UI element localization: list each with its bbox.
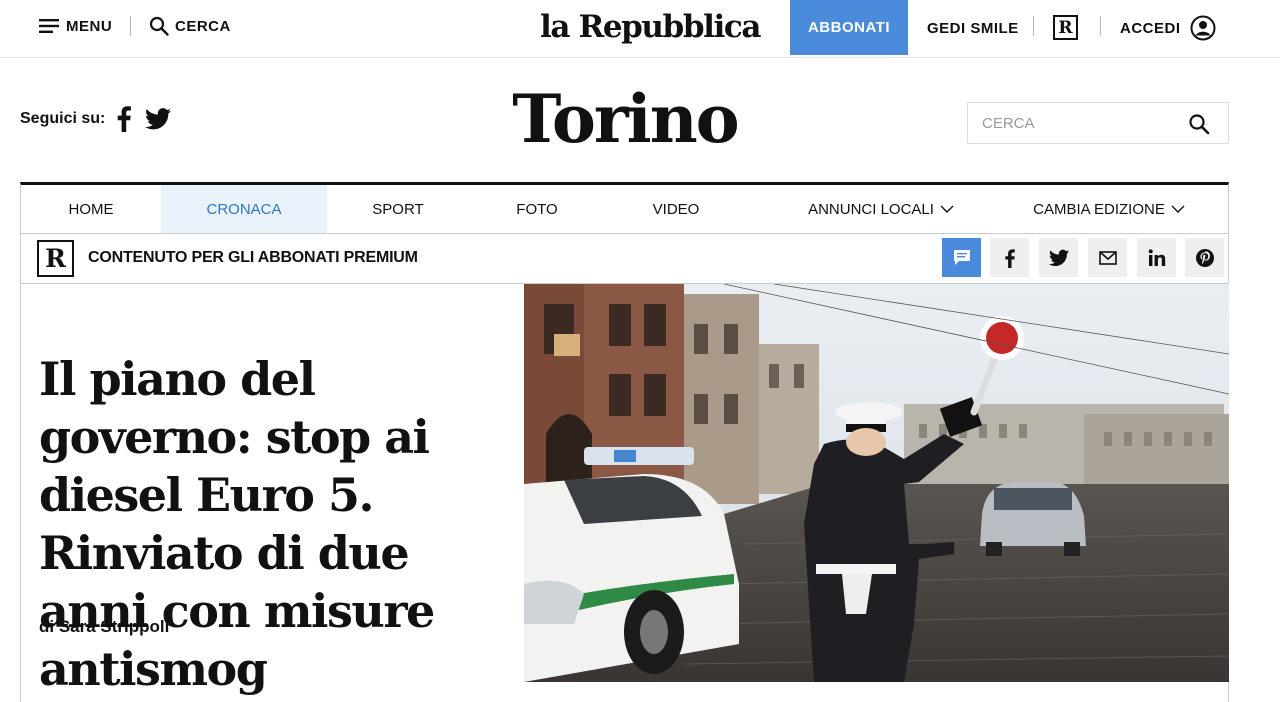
share-facebook-button[interactable] xyxy=(990,238,1029,277)
search-input[interactable] xyxy=(968,114,1168,132)
nav-label: ANNUNCI LOCALI xyxy=(808,200,934,218)
divider xyxy=(1033,16,1034,36)
share-linkedin-button[interactable] xyxy=(1137,238,1176,277)
nav-item-annunci-locali[interactable]: ANNUNCI LOCALI xyxy=(781,185,981,233)
share-pinterest-button[interactable] xyxy=(1185,238,1224,277)
menu-button[interactable]: MENU xyxy=(39,0,112,52)
article-hero: Il piano del governo: stop ai diesel Eur… xyxy=(20,284,1229,702)
article-headline[interactable]: Il piano del governo: stop ai diesel Eur… xyxy=(39,350,529,698)
pinterest-icon xyxy=(1195,248,1214,267)
nav-item-cambia-edizione[interactable]: CAMBIA EDIZIONE xyxy=(1021,185,1197,233)
top-bar: MENU CERCA la Repubblica ABBONATI GEDI S… xyxy=(0,0,1280,58)
comment-button[interactable] xyxy=(942,238,981,277)
premium-r-logo: R xyxy=(37,240,74,277)
chevron-down-icon xyxy=(940,205,954,213)
nav-item-foto[interactable]: FOTO xyxy=(469,185,605,233)
search-icon[interactable] xyxy=(1188,113,1210,135)
search-label: CERCA xyxy=(175,17,231,35)
nav-label: HOME xyxy=(68,200,114,218)
nav-item-cronaca[interactable]: CRONACA xyxy=(161,185,327,233)
share-email-button[interactable] xyxy=(1088,238,1127,277)
article-photo[interactable] xyxy=(524,284,1229,682)
menu-icon xyxy=(39,19,59,33)
nav-label: CAMBIA EDIZIONE xyxy=(1033,200,1165,218)
menu-label: MENU xyxy=(66,17,113,35)
traffic-police-photo xyxy=(524,284,1229,682)
nav-item-video[interactable]: VIDEO xyxy=(605,185,747,233)
login-button[interactable]: ACCEDI xyxy=(1120,2,1216,54)
section-nav: HOME CRONACA SPORT FOTO VIDEO ANNUNCI LO… xyxy=(20,182,1229,234)
facebook-icon xyxy=(1004,248,1015,268)
divider xyxy=(130,16,131,36)
nav-label: VIDEO xyxy=(652,200,700,218)
article-byline: di Sara Strippoli xyxy=(39,617,170,636)
premium-label: CONTENUTO PER GLI ABBONATI PREMIUM xyxy=(88,249,418,266)
nav-label: CRONACA xyxy=(206,200,282,218)
nav-item-home[interactable]: HOME xyxy=(21,185,161,233)
search-button[interactable]: CERCA xyxy=(149,0,231,52)
nav-label: SPORT xyxy=(372,200,424,218)
gedi-smile-link[interactable]: GEDI SMILE xyxy=(927,2,1019,54)
share-twitter-button[interactable] xyxy=(1039,238,1078,277)
premium-bar: R CONTENUTO PER GLI ABBONATI PREMIUM xyxy=(20,234,1229,284)
login-label: ACCEDI xyxy=(1120,19,1181,37)
nav-label: FOTO xyxy=(516,200,558,218)
site-logo[interactable]: la Repubblica xyxy=(540,4,761,50)
search-field[interactable] xyxy=(967,102,1229,144)
divider xyxy=(1100,16,1101,36)
linkedin-icon xyxy=(1148,248,1165,266)
subscribe-button[interactable]: ABBONATI xyxy=(790,0,908,55)
chevron-down-icon xyxy=(1171,205,1185,213)
search-icon xyxy=(149,16,169,36)
twitter-icon xyxy=(1048,249,1069,266)
user-icon xyxy=(1190,15,1216,41)
repubblica-r-link[interactable]: R xyxy=(1053,15,1078,40)
mail-icon xyxy=(1098,250,1117,265)
nav-item-sport[interactable]: SPORT xyxy=(327,185,469,233)
comment-icon xyxy=(953,249,970,265)
